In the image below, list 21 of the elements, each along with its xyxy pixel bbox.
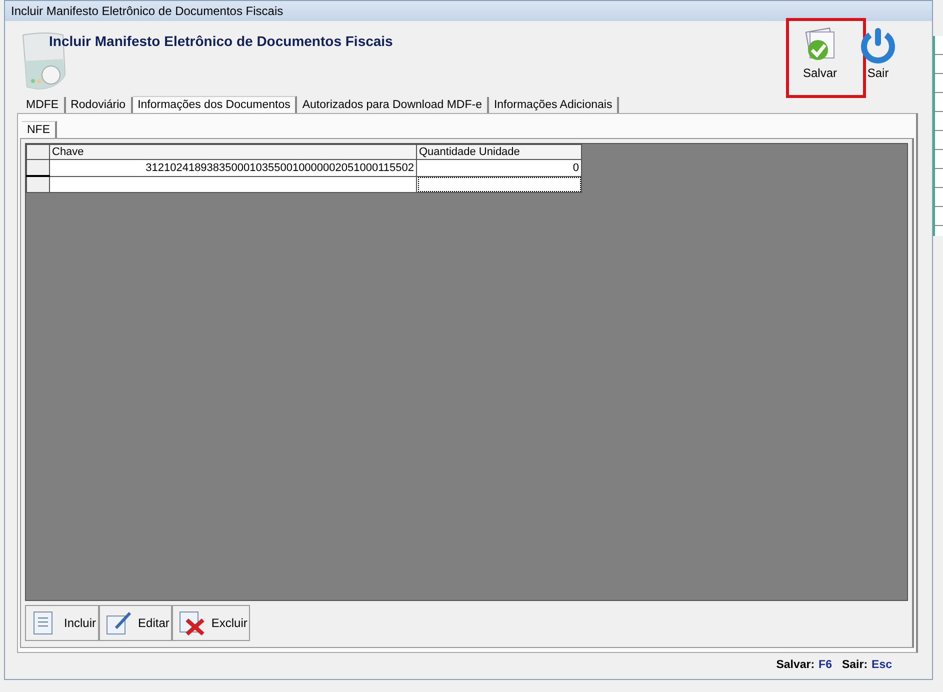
- shortcut-label: Sair:: [842, 659, 868, 671]
- tab[interactable]: Rodoviário: [66, 97, 133, 113]
- save-button[interactable]: Salvar: [792, 26, 848, 80]
- table-cell[interactable]: [50, 176, 416, 192]
- delete-button[interactable]: Excluir: [172, 605, 250, 641]
- column-header: Chave: [50, 144, 416, 160]
- shortcut-key: Esc: [872, 659, 892, 671]
- form-title: Incluir Manifesto Eletrônico de Documentos Fiscais: [49, 32, 394, 49]
- tab[interactable]: NFE: [22, 121, 57, 138]
- exit-button[interactable]: Sair: [850, 26, 906, 80]
- column-header: Quantidade Unidade: [416, 144, 582, 160]
- shortcut-label: Salvar:: [776, 659, 815, 671]
- table-cell[interactable]: [416, 176, 582, 192]
- tab[interactable]: Informações dos Documentos: [132, 96, 298, 113]
- table-cell[interactable]: 0: [416, 160, 582, 176]
- edit-button[interactable]: Editar: [99, 605, 172, 641]
- shortcut-key: F6: [818, 659, 832, 671]
- table-cell[interactable]: 31210241893835000103550010000002051000115502: [50, 160, 416, 176]
- window-title: Incluir Manifesto Eletrônico de Documentos Fiscais: [11, 4, 284, 18]
- add-button[interactable]: Incluir: [25, 605, 100, 641]
- row-indicator[interactable]: [26, 176, 50, 192]
